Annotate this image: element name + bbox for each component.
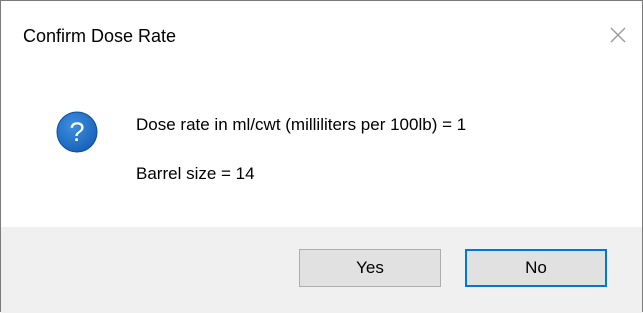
dose-rate-message: Dose rate in ml/cwt (milliliters per 100… [136, 115, 467, 134]
barrel-size-message: Barrel size = 14 [136, 164, 255, 183]
svg-text:?: ? [69, 117, 84, 147]
close-icon [610, 27, 626, 43]
confirm-dialog: Confirm Dose Rate ? Dose rate in ml/cwt [0, 0, 643, 313]
button-bar: Yes No [1, 227, 642, 313]
yes-button[interactable]: Yes [299, 249, 441, 287]
question-icon: ? [56, 111, 98, 153]
close-button[interactable] [602, 19, 634, 51]
dialog-body: ? Dose rate in ml/cwt (milliliters per 1… [1, 57, 642, 227]
title-bar: Confirm Dose Rate [1, 1, 642, 57]
no-button[interactable]: No [465, 249, 607, 287]
dialog-title: Confirm Dose Rate [23, 26, 177, 46]
